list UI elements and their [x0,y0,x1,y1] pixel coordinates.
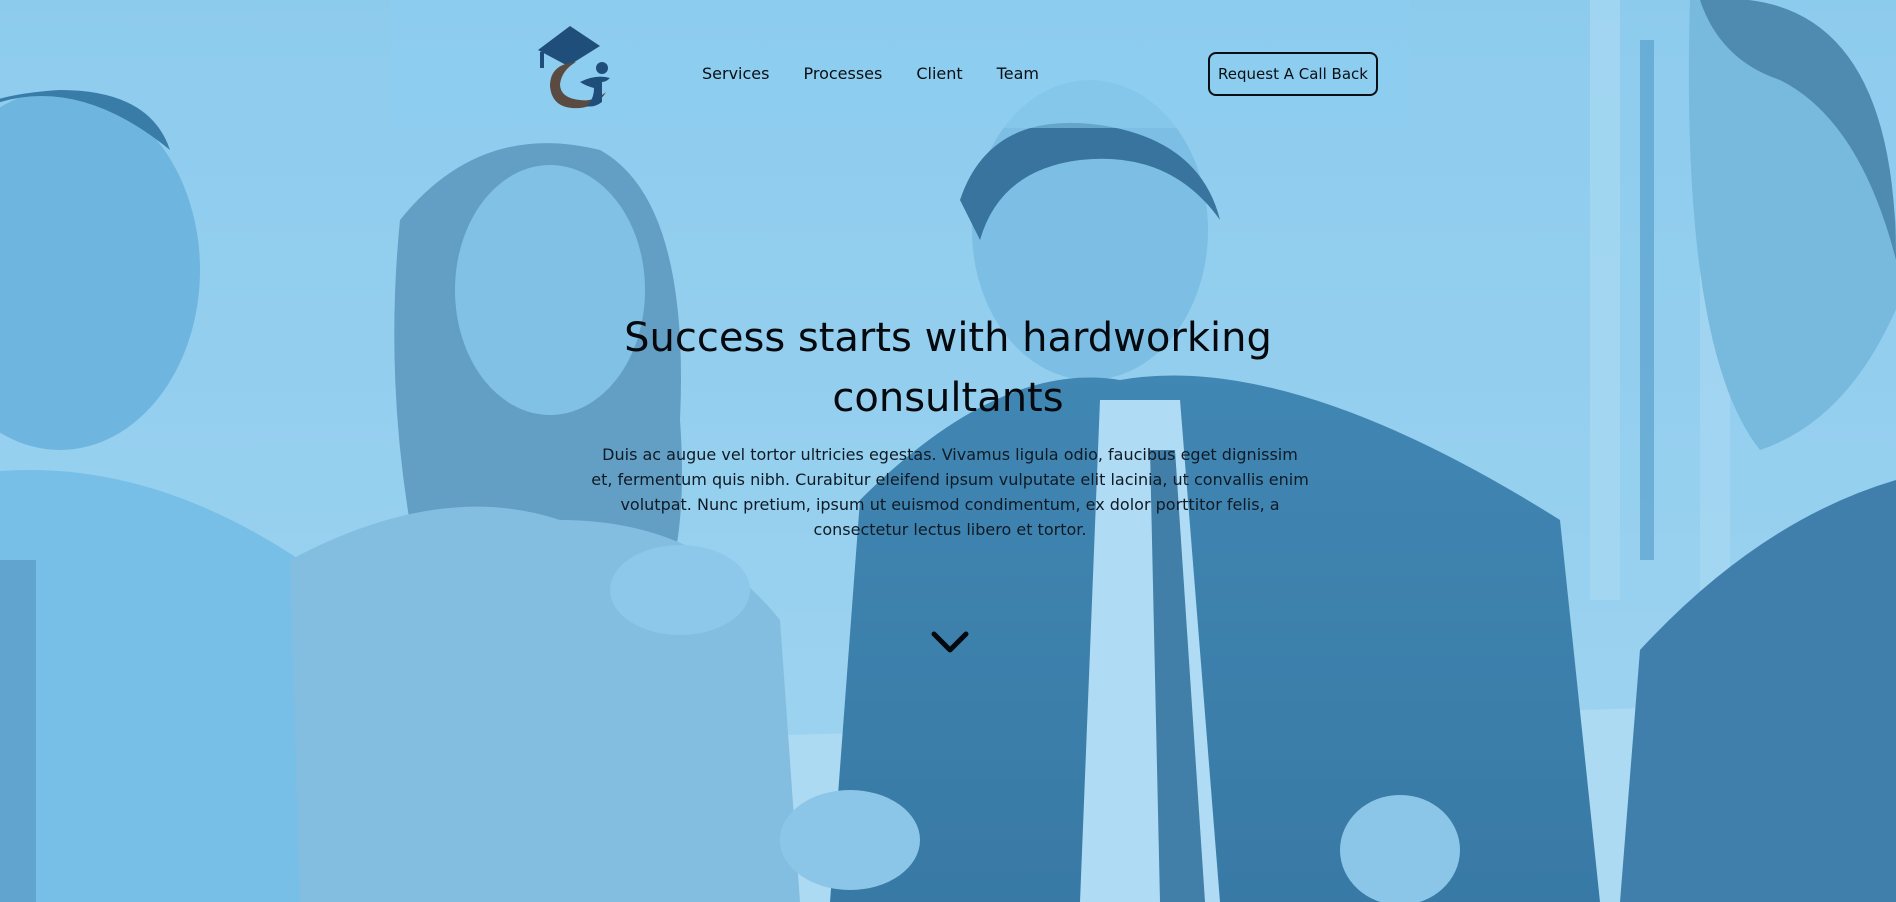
nav-link-services[interactable]: Services [702,62,769,86]
nav-link-client[interactable]: Client [916,62,962,86]
hero-section: Services Processes Client Team Request A… [0,0,1896,902]
chevron-down-icon[interactable] [930,624,970,664]
graduation-cap-person-logo[interactable] [536,24,620,114]
hero-headline-line2: consultants [832,375,1064,421]
nav-links: Services Processes Client Team [702,62,1073,86]
nav-link-team[interactable]: Team [997,62,1039,86]
nav-link-processes[interactable]: Processes [803,62,882,86]
request-call-back-button[interactable]: Request A Call Back [1208,52,1378,96]
hero-headline-line1: Success starts with hardworking [624,315,1272,361]
hero-description: Duis ac augue vel tortor ultricies egest… [591,445,1309,539]
hero-headline: Success starts with hardworking consulta… [548,308,1348,428]
